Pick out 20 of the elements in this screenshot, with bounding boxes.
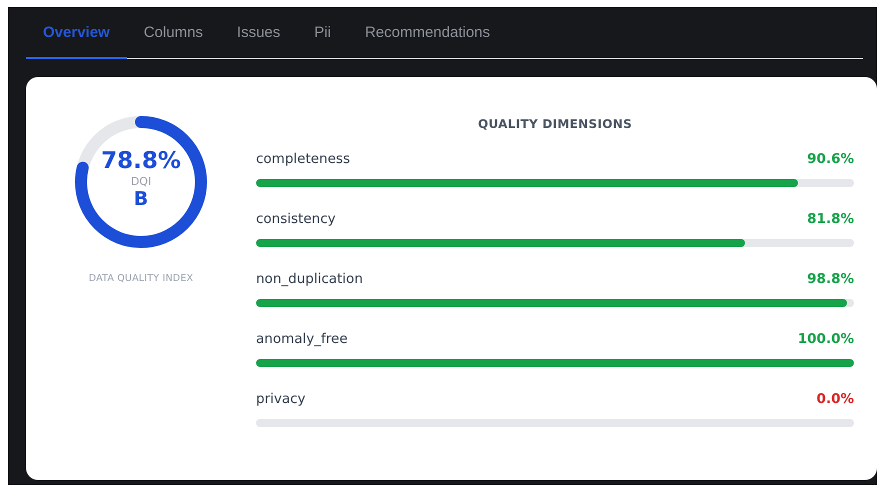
score-label: DQI <box>130 174 152 188</box>
score-grade: B <box>134 188 148 208</box>
tab[interactable]: Recommendations <box>348 7 507 59</box>
dimension-name: completeness <box>256 151 350 167</box>
dimension-value: 100.0% <box>798 331 854 347</box>
dimension-name: anomaly_free <box>256 331 348 347</box>
tab[interactable]: Columns <box>126 7 220 59</box>
tab[interactable]: Overview <box>26 7 127 59</box>
gauge-caption: DATA QUALITY INDEX <box>88 273 194 284</box>
dimension-value: 90.6% <box>807 151 854 167</box>
dimension-value: 98.8% <box>807 271 854 287</box>
dimension-name: consistency <box>256 211 336 227</box>
score-value: 78.8% <box>101 148 181 174</box>
dimension-value: 0.0% <box>816 391 854 407</box>
tab[interactable]: Pii <box>297 7 348 59</box>
dimension-name: non_duplication <box>256 271 363 287</box>
section-title: QUALITY DIMENSIONS <box>476 117 634 131</box>
tab[interactable]: Issues <box>220 7 298 59</box>
dimension-name: privacy <box>256 391 306 407</box>
dimension-value: 81.8% <box>807 211 854 227</box>
